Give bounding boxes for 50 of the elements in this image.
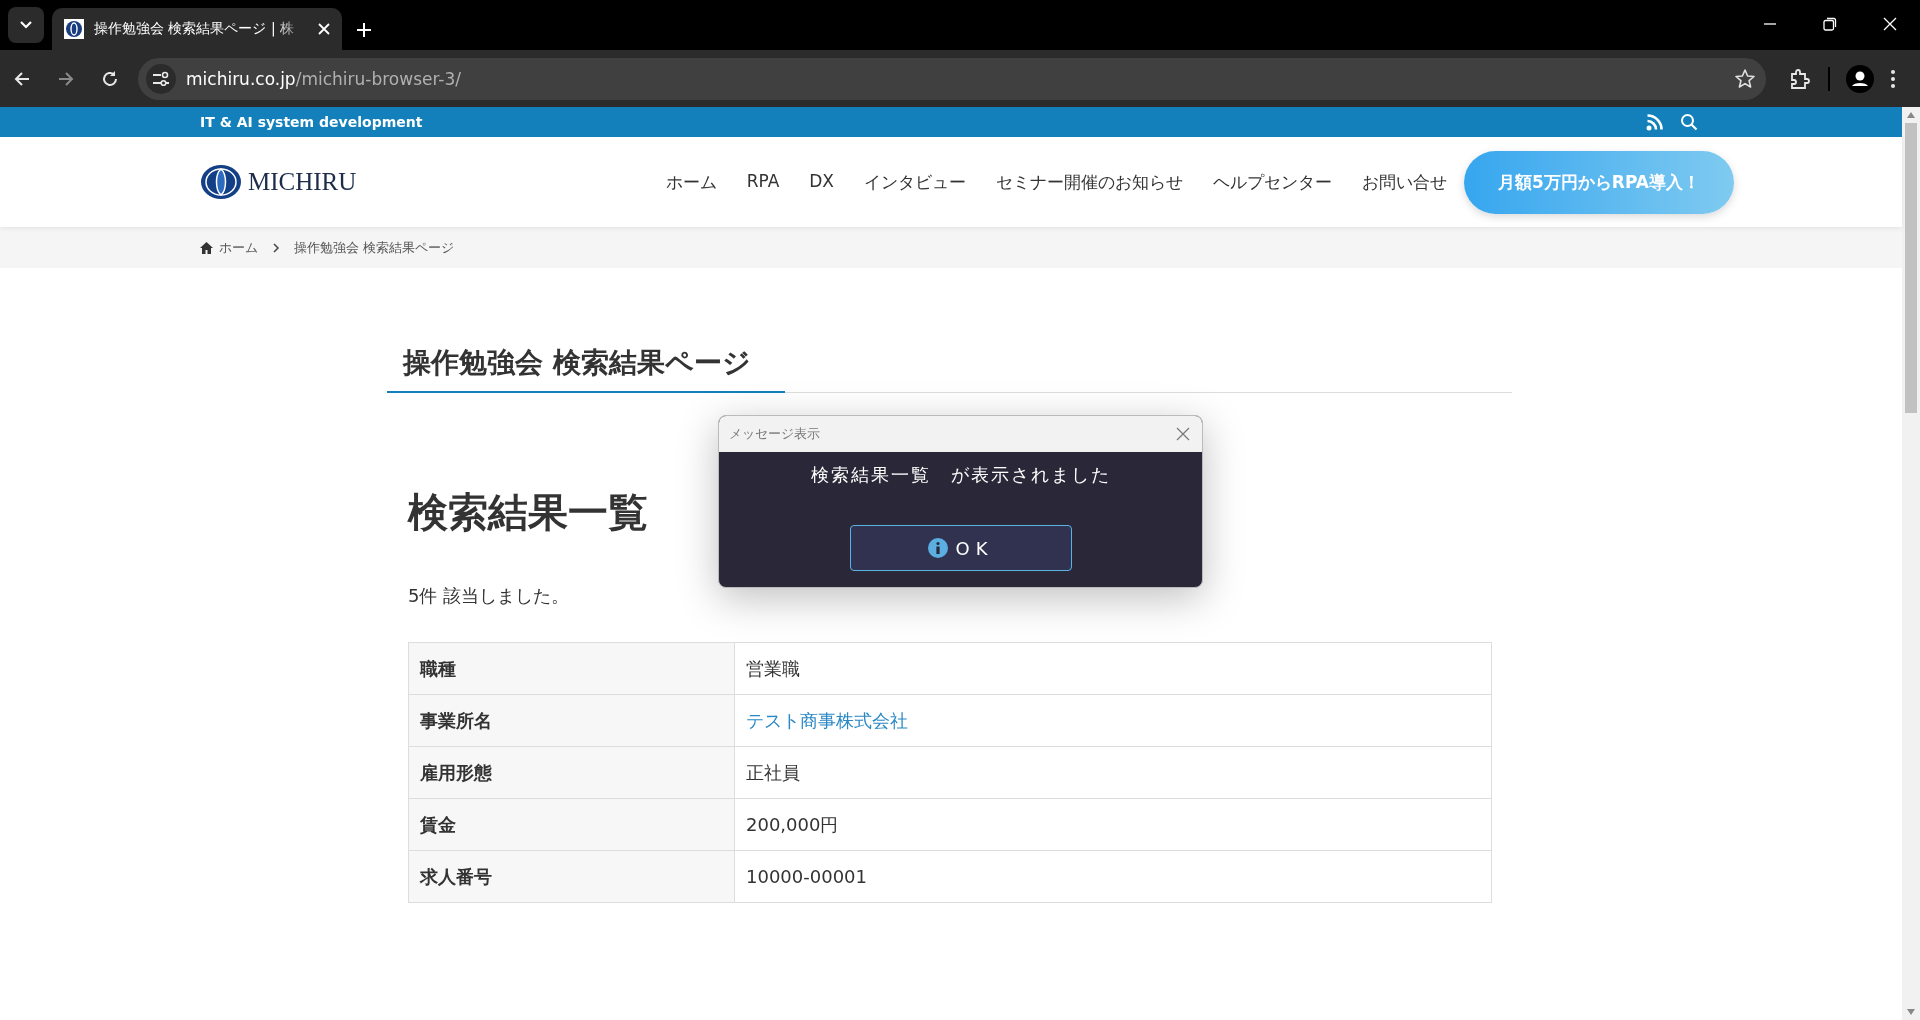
scroll-down-arrow-icon[interactable]: [1906, 1008, 1916, 1016]
dialog-message: 検索結果一覧 が表示されました: [809, 463, 1112, 487]
profile-icon[interactable]: [1846, 64, 1874, 93]
nav-link[interactable]: インタビュー: [849, 170, 981, 194]
ok-button[interactable]: OK: [849, 525, 1072, 571]
dialog-title: メッセージ表示: [729, 425, 820, 443]
company-link[interactable]: テスト商事株式会社: [746, 709, 908, 731]
chevron-down-icon: [19, 20, 33, 30]
table-header-cell: 求人番号: [408, 850, 735, 903]
nav-link[interactable]: DX: [794, 170, 849, 194]
table-header-cell: 事業所名: [408, 694, 735, 747]
home-icon[interactable]: [200, 241, 213, 254]
puzzle-piece-icon[interactable]: [1788, 66, 1812, 91]
nav-link[interactable]: ヘルプセンター: [1198, 170, 1347, 194]
scroll-up-arrow-icon[interactable]: [1906, 111, 1916, 119]
new-tab-icon[interactable]: [356, 22, 372, 38]
table-cell: 10000-00001: [734, 850, 1492, 903]
logo-emblem-icon: [200, 164, 242, 200]
table-header-cell: 職種: [408, 642, 735, 695]
page-title: 操作勉強会 検索結果ページ: [387, 344, 1512, 393]
search-icon[interactable]: [1680, 113, 1698, 131]
browser-tab[interactable]: 操作勉強会 検索結果ページ | 株: [52, 8, 342, 50]
restore-icon[interactable]: [1823, 17, 1837, 31]
tagline: IT & AI system development: [200, 114, 423, 130]
table-header-cell: 雇用形態: [408, 746, 735, 799]
star-icon[interactable]: [1734, 67, 1756, 90]
table-cell: 営業職: [734, 642, 1492, 695]
table-cell: 200,000円: [734, 798, 1492, 851]
url-text: michiru.co.jp/michiru-browser-3/: [186, 68, 462, 89]
info-icon: [927, 538, 948, 558]
scrollbar-thumb[interactable]: [1905, 123, 1917, 413]
address-bar[interactable]: michiru.co.jp/michiru-browser-3/: [138, 57, 1766, 100]
more-menu-icon[interactable]: [1890, 68, 1896, 89]
tab-list-button[interactable]: [8, 7, 44, 43]
rss-icon[interactable]: [1646, 113, 1664, 131]
nav-link[interactable]: お問い合せ: [1347, 170, 1462, 194]
favicon-icon: [64, 19, 84, 39]
result-count: 5件 該当しました。: [408, 584, 571, 608]
breadcrumb-current: 操作勉強会 検索結果ページ: [294, 238, 455, 257]
chevron-right-icon: [272, 242, 280, 253]
nav-link[interactable]: セミナー開催のお知らせ: [981, 170, 1198, 194]
nav-link[interactable]: RPA: [731, 170, 795, 194]
breadcrumb-link[interactable]: ホーム: [219, 238, 258, 257]
tab-title: 操作勉強会 検索結果ページ | 株: [94, 20, 296, 38]
section-heading: 検索結果一覧: [408, 488, 649, 537]
site-settings-icon[interactable]: [152, 70, 170, 87]
table-header-cell: 賃金: [408, 798, 735, 851]
nav-link[interactable]: ホーム: [650, 170, 732, 194]
logo[interactable]: MICHIRU: [200, 164, 357, 200]
table-cell: 正社員: [734, 746, 1492, 799]
